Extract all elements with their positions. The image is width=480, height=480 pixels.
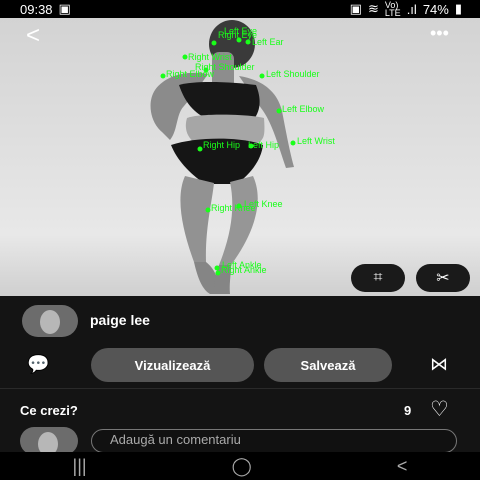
android-navigation-bar: ||| ◯ < (0, 452, 480, 480)
visualize-button[interactable]: Vizualizează (91, 348, 254, 382)
battery-icon: ▮ (454, 1, 462, 16)
keypoint-right-elbow (160, 73, 166, 79)
like-count: 9 (404, 403, 412, 418)
keypoint-label-left-shoulder: Left Shoulder (266, 69, 320, 79)
comment-icon[interactable]: 💬 (27, 354, 49, 375)
keypoint-left-knee (236, 203, 242, 209)
status-right: ▣ ≋ Vo) LTE .ıl 74% ▮ (349, 0, 480, 18)
actions-row: 💬 Vizualizează Salvează ⋈ (0, 346, 480, 388)
home-icon[interactable]: ◯ (232, 456, 252, 477)
profile-row: paige lee (0, 296, 480, 346)
keypoint-left-elbow (276, 108, 282, 114)
keypoint-right-ankle (215, 270, 221, 276)
wifi-icon: ≋ (367, 1, 379, 16)
keypoint-left-shoulder (259, 73, 265, 79)
keypoint-label-left-elbow: Left Elbow (282, 104, 325, 114)
share-icon[interactable]: ⋈ (430, 354, 448, 375)
heart-icon[interactable]: ♡ (430, 397, 449, 422)
keypoint-label-left-knee: Left Knee (244, 199, 283, 209)
keypoint-label-left-wrist: Left Wrist (297, 136, 335, 146)
signal-icon: .ıl (406, 1, 417, 17)
alarm-icon: ▣ (349, 1, 362, 16)
keypoint-label-left-hip: Left Hip (248, 140, 279, 150)
status-bar: 09:38 ▣ ▣ ≋ Vo) LTE .ıl 74% ▮ (0, 0, 480, 18)
keypoint-label-right-wrist: Right Wrist (188, 52, 232, 62)
keypoint-label-right-ankle: Right Ankle (221, 265, 267, 275)
keypoint-right-wrist (182, 54, 188, 60)
back-button[interactable]: < (26, 22, 40, 50)
pose-figure: Right Eye Left Eye Left Ear Right Wrist … (150, 20, 335, 294)
status-left: 09:38 ▣ (0, 1, 71, 17)
battery-text: 74% (422, 1, 449, 17)
back-icon[interactable]: < (397, 456, 408, 477)
keypoint-label-right-hip: Right Hip (203, 140, 240, 150)
pose-photo: Right Eye Left Eye Left Ear Right Wrist … (0, 18, 480, 296)
cut-button[interactable]: ✂ (416, 264, 470, 292)
keypoint-right-hip (197, 146, 203, 152)
keypoint-label-left-eye: Left Eye (224, 26, 257, 36)
comment-avatar (20, 427, 78, 455)
keypoint-left-ankle (214, 265, 220, 271)
scan-icon: ⌗ (373, 269, 383, 286)
recent-apps-icon[interactable]: ||| (73, 456, 87, 477)
comments-title: Ce crezi? (20, 403, 78, 418)
save-button[interactable]: Salvează (264, 348, 392, 382)
profile-name[interactable]: paige lee (90, 312, 150, 328)
image-notification-icon: ▣ (58, 1, 71, 16)
keypoint-right-eye (211, 40, 217, 46)
scissors-icon: ✂ (436, 270, 450, 287)
keypoint-left-eye (236, 37, 242, 43)
keypoint-left-wrist (290, 140, 296, 146)
more-options-button[interactable]: ••• (430, 23, 449, 44)
comments-section: Ce crezi? 9 ♡ Adaugă un comentariu (0, 388, 480, 455)
keypoint-label-left-ear: Left Ear (252, 37, 284, 47)
status-time: 09:38 (20, 1, 53, 17)
keypoint-label-right-elbow: Right Elbow (166, 69, 215, 79)
network-label: Vo) LTE (384, 0, 401, 18)
profile-avatar[interactable] (22, 305, 78, 337)
comment-input[interactable]: Adaugă un comentariu (91, 429, 457, 453)
visual-search-button[interactable]: ⌗ (351, 264, 405, 292)
keypoint-left-ear (245, 39, 251, 45)
keypoint-right-knee (205, 207, 211, 213)
